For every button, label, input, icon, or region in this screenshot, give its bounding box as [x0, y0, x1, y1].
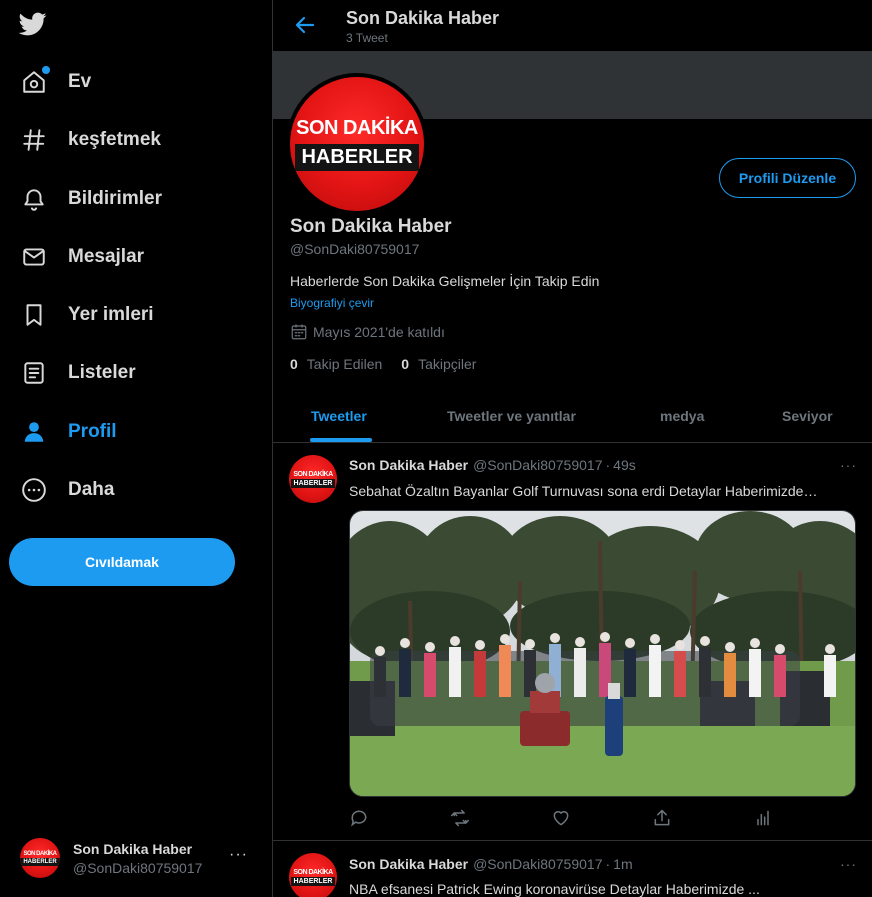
- avatar-text-bottom: HABERLER: [20, 857, 60, 866]
- following-count: 0: [290, 356, 298, 372]
- profile-handle: @SonDaki80759017: [290, 241, 420, 257]
- active-tab-indicator: [310, 438, 372, 442]
- joined-text: Mayıs 2021'de katıldı: [313, 324, 445, 340]
- tweet-header: Son Dakika Haber @SonDaki80759017 · 49s: [349, 457, 636, 473]
- avatar-text-bottom: HABERLER: [290, 876, 336, 886]
- main-column: Son Dakika Haber 3 Tweet SON DAKİKA HABE…: [272, 0, 872, 897]
- avatar-text-bottom: HABERLER: [295, 144, 419, 171]
- edit-profile-button[interactable]: Profili Düzenle: [719, 158, 856, 198]
- avatar-text-top: SON DAKİKA: [23, 850, 57, 857]
- nav-label-explore: keşfetmek: [68, 129, 161, 150]
- tab-tweets-replies[interactable]: Tweetler ve yanıtlar: [447, 390, 576, 442]
- tweet-separator: ·: [605, 457, 611, 473]
- account-handle: @SonDaki80759017: [73, 859, 203, 876]
- nav-label-lists: Listeler: [68, 362, 136, 383]
- avatar-text-top: SON DAKİKA: [293, 470, 333, 478]
- follow-stats: 0 Takip Edilen 0 Takipçiler: [290, 356, 476, 372]
- tweet-author-name[interactable]: Son Dakika Haber: [349, 856, 468, 872]
- account-switcher[interactable]: SON DAKİKA HABERLER Son Dakika Haber @So…: [20, 832, 260, 884]
- tweet-avatar[interactable]: SON DAKİKA HABERLER: [289, 455, 337, 503]
- tweet-text: NBA efsanesi Patrick Ewing koronavirüse …: [349, 881, 760, 897]
- back-arrow-icon[interactable]: [293, 13, 317, 37]
- like-icon[interactable]: [551, 808, 571, 828]
- share-icon[interactable]: [652, 808, 672, 828]
- nav-bookmarks[interactable]: Yer imleri: [20, 297, 154, 333]
- joined-date: Mayıs 2021'de katıldı: [290, 323, 445, 341]
- list-icon: [20, 359, 48, 387]
- profile-avatar[interactable]: SON DAKİKA HABERLER: [286, 73, 428, 215]
- hashtag-icon: [20, 126, 48, 154]
- reply-icon[interactable]: [349, 808, 369, 828]
- user-icon: [20, 418, 48, 446]
- tweet-text: Sebahat Özaltın Bayanlar Golf Turnuvası …: [349, 483, 818, 499]
- tab-media[interactable]: medya: [660, 390, 704, 442]
- tab-likes[interactable]: Seviyor: [782, 390, 833, 442]
- tweet-item[interactable]: SON DAKİKA HABERLER Son Dakika Haber @So…: [273, 841, 872, 897]
- avatar-text-top: SON DAKİKA: [293, 868, 333, 876]
- tweet-more-icon[interactable]: ···: [840, 457, 857, 473]
- profile-name: Son Dakika Haber: [290, 216, 452, 237]
- notification-dot: [42, 66, 50, 74]
- nav-label-notifications: Bildirimler: [68, 188, 162, 209]
- tweet-more-icon[interactable]: ···: [840, 856, 857, 872]
- bell-icon: [20, 185, 48, 213]
- following-label: Takip Edilen: [306, 356, 383, 372]
- nav-label-profile: Profil: [68, 421, 117, 442]
- nav-explore[interactable]: keşfetmek: [20, 122, 161, 158]
- profile-tabs: Tweetler Tweetler ve yanıtlar medya Sevi…: [273, 390, 872, 443]
- account-name: Son Dakika Haber: [73, 840, 193, 857]
- tweet-time[interactable]: 49s: [613, 457, 636, 473]
- retweet-icon[interactable]: [450, 808, 470, 828]
- followers-label: Takipçiler: [418, 356, 477, 372]
- tweet-author-handle: @SonDaki80759017: [473, 856, 603, 872]
- nav-messages[interactable]: Mesajlar: [20, 239, 144, 275]
- twitter-bird-icon[interactable]: [18, 10, 48, 38]
- nav-home[interactable]: Ev: [20, 64, 91, 100]
- avatar-text-top: SON DAKİKA: [296, 117, 418, 139]
- tweet-author-handle: @SonDaki80759017: [473, 457, 603, 473]
- golf-group-photo: [350, 511, 855, 796]
- tab-tweets[interactable]: Tweetler: [311, 390, 367, 442]
- tweet-button[interactable]: Cıvıldamak: [9, 538, 235, 586]
- tweet-avatar[interactable]: SON DAKİKA HABERLER: [289, 853, 337, 897]
- nav-label-bookmarks: Yer imleri: [68, 304, 154, 325]
- tweet-time[interactable]: 1m: [613, 856, 632, 872]
- tweet-separator: ·: [605, 856, 611, 872]
- followers-link[interactable]: 0 Takipçiler: [401, 356, 476, 372]
- sidebar: Ev keşfetmek Bildirimler Mesajlar Yer im…: [0, 0, 272, 897]
- home-icon: [20, 66, 50, 96]
- more-circle-icon: [20, 476, 48, 504]
- page-title: Son Dakika Haber: [346, 8, 500, 28]
- nav-notifications[interactable]: Bildirimler: [20, 181, 162, 217]
- nav-more[interactable]: Daha: [20, 472, 114, 508]
- tweet-media-image[interactable]: [349, 510, 856, 797]
- analytics-icon[interactable]: [753, 808, 773, 828]
- account-avatar: SON DAKİKA HABERLER: [20, 838, 60, 878]
- tweet-author-name[interactable]: Son Dakika Haber: [349, 457, 468, 473]
- nav-label-messages: Mesajlar: [68, 246, 145, 267]
- nav-label-more: Daha: [68, 479, 115, 500]
- mail-icon: [20, 243, 48, 271]
- avatar-text-bottom: HABERLER: [290, 478, 336, 488]
- translate-bio-link[interactable]: Biyografiyi çevir: [290, 296, 374, 310]
- profile-header: Son Dakika Haber 3 Tweet: [273, 0, 872, 51]
- calendar-icon: [291, 324, 307, 340]
- profile-bio: Haberlerde Son Dakika Gelişmeler İçin Ta…: [290, 273, 600, 289]
- account-more-icon[interactable]: ···: [229, 846, 248, 864]
- followers-count: 0: [401, 356, 410, 372]
- tweet-count: 3 Tweet: [346, 31, 388, 45]
- tweet-header: Son Dakika Haber @SonDaki80759017 · 1m: [349, 856, 633, 872]
- nav-lists[interactable]: Listeler: [20, 355, 136, 391]
- following-link[interactable]: 0 Takip Edilen: [290, 356, 382, 372]
- bookmark-icon: [20, 301, 48, 329]
- nav-profile[interactable]: Profil: [20, 414, 117, 450]
- nav-label-home: Ev: [68, 71, 92, 92]
- tweet-actions: [349, 808, 779, 828]
